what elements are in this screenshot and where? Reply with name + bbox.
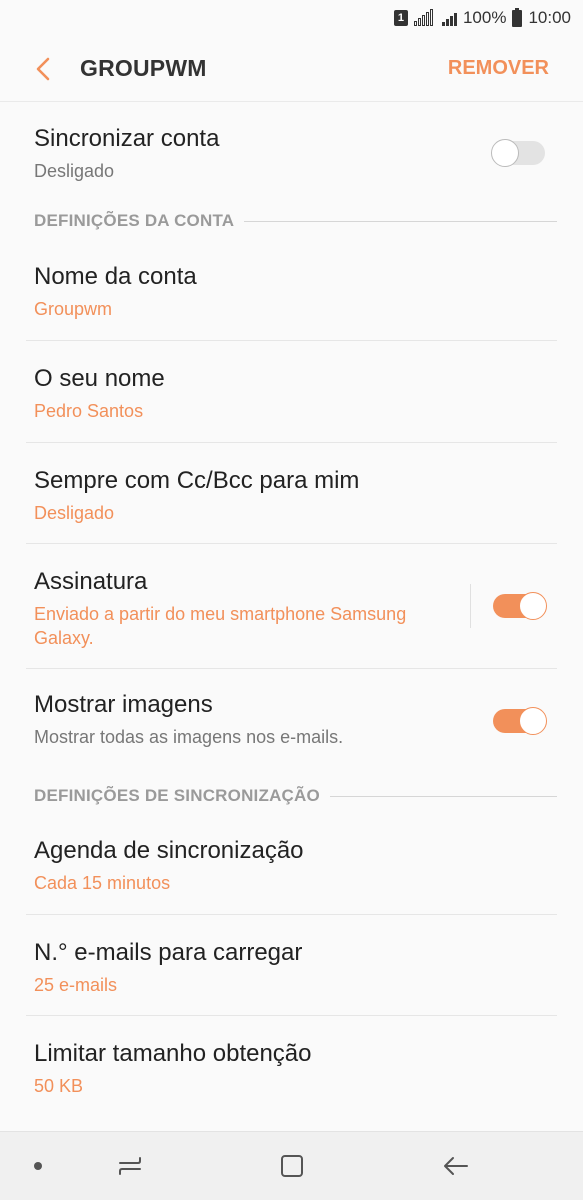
account-name-row[interactable]: Nome da conta Groupwm (0, 239, 583, 341)
your-name-value: Pedro Santos (34, 401, 144, 421)
row-divider-vertical (470, 584, 471, 628)
limit-retrieval-size-title: Limitar tamanho obtenção (34, 1040, 312, 1067)
section-header-account-settings: DEFINIÇÕES DA CONTA (0, 203, 583, 239)
limit-retrieval-size-value: 50 KB (34, 1076, 84, 1096)
signal-strength-icon (413, 9, 436, 26)
emails-to-load-value: 25 e-mails (34, 975, 118, 995)
sync-account-title: Sincronizar conta (34, 125, 220, 152)
remove-button[interactable]: REMOVER (448, 57, 549, 80)
sync-account-toggle[interactable] (491, 139, 545, 167)
recent-apps-icon (119, 1157, 141, 1175)
battery-percent: 100% (462, 8, 507, 27)
sim-icon: 1 (393, 10, 408, 26)
toggle-knob (491, 139, 519, 167)
back-nav-button[interactable] (426, 1132, 486, 1200)
show-images-title: Mostrar imagens (34, 691, 213, 718)
app-bar: GROUPWM REMOVER (0, 36, 583, 102)
toggle-knob (519, 592, 547, 620)
home-button[interactable] (262, 1132, 322, 1200)
signature-value: Enviado a partir do meu smartphone Samsu… (34, 604, 407, 648)
clock: 10:00 (528, 8, 571, 27)
section-divider (244, 220, 557, 222)
section-title-sync-settings: DEFINIÇÕES DE SINCRONIZAÇÃO (34, 786, 320, 805)
settings-list: Sincronizar conta Desligado DEFINIÇÕES D… (0, 103, 583, 1116)
sim-label: 1 (393, 10, 408, 26)
emails-to-load-title: N.° e-mails para carregar (34, 939, 303, 966)
status-bar: 1 100% 10:00 (0, 0, 583, 36)
chevron-left-icon (36, 57, 50, 80)
sync-account-status: Desligado (34, 161, 115, 181)
show-images-subtitle: Mostrar todas as imagens nos e-mails. (34, 727, 344, 747)
sync-schedule-title: Agenda de sincronização (34, 837, 304, 864)
sync-schedule-row[interactable]: Agenda de sincronização Cada 15 minutos (0, 811, 583, 915)
home-icon (281, 1155, 303, 1177)
always-cc-bcc-title: Sempre com Cc/Bcc para mim (34, 467, 360, 494)
section-divider (329, 795, 557, 797)
account-name-title: Nome da conta (34, 263, 197, 290)
your-name-row[interactable]: O seu nome Pedro Santos (0, 341, 583, 443)
sync-schedule-value: Cada 15 minutos (34, 873, 171, 893)
sync-account-row[interactable]: Sincronizar conta Desligado (0, 103, 583, 199)
page-title: GROUPWM (80, 55, 207, 81)
signature-toggle[interactable] (493, 592, 547, 620)
your-name-title: O seu nome (34, 365, 165, 392)
section-title-account-settings: DEFINIÇÕES DA CONTA (34, 211, 235, 230)
show-images-toggle[interactable] (493, 707, 547, 735)
recent-apps-button[interactable] (100, 1132, 160, 1200)
nav-dot-button[interactable] (8, 1132, 68, 1200)
show-images-row[interactable]: Mostrar imagens Mostrar todas as imagens… (0, 669, 583, 781)
signature-row[interactable]: Assinatura Enviado a partir do meu smart… (0, 544, 583, 669)
always-cc-bcc-row[interactable]: Sempre com Cc/Bcc para mim Desligado (0, 443, 583, 544)
secondary-signal-icon (441, 10, 457, 26)
dot-icon (34, 1162, 42, 1170)
back-button[interactable] (18, 44, 68, 94)
signature-title: Assinatura (34, 568, 148, 595)
section-header-sync-settings: DEFINIÇÕES DE SINCRONIZAÇÃO (0, 781, 583, 811)
navigation-bar (0, 1131, 583, 1200)
battery-icon (512, 7, 523, 27)
back-arrow-icon (444, 1157, 468, 1175)
toggle-knob (519, 707, 547, 735)
emails-to-load-row[interactable]: N.° e-mails para carregar 25 e-mails (0, 915, 583, 1016)
limit-retrieval-size-row[interactable]: Limitar tamanho obtenção 50 KB (0, 1016, 583, 1116)
always-cc-bcc-value: Desligado (34, 503, 115, 523)
account-name-value: Groupwm (34, 299, 113, 319)
